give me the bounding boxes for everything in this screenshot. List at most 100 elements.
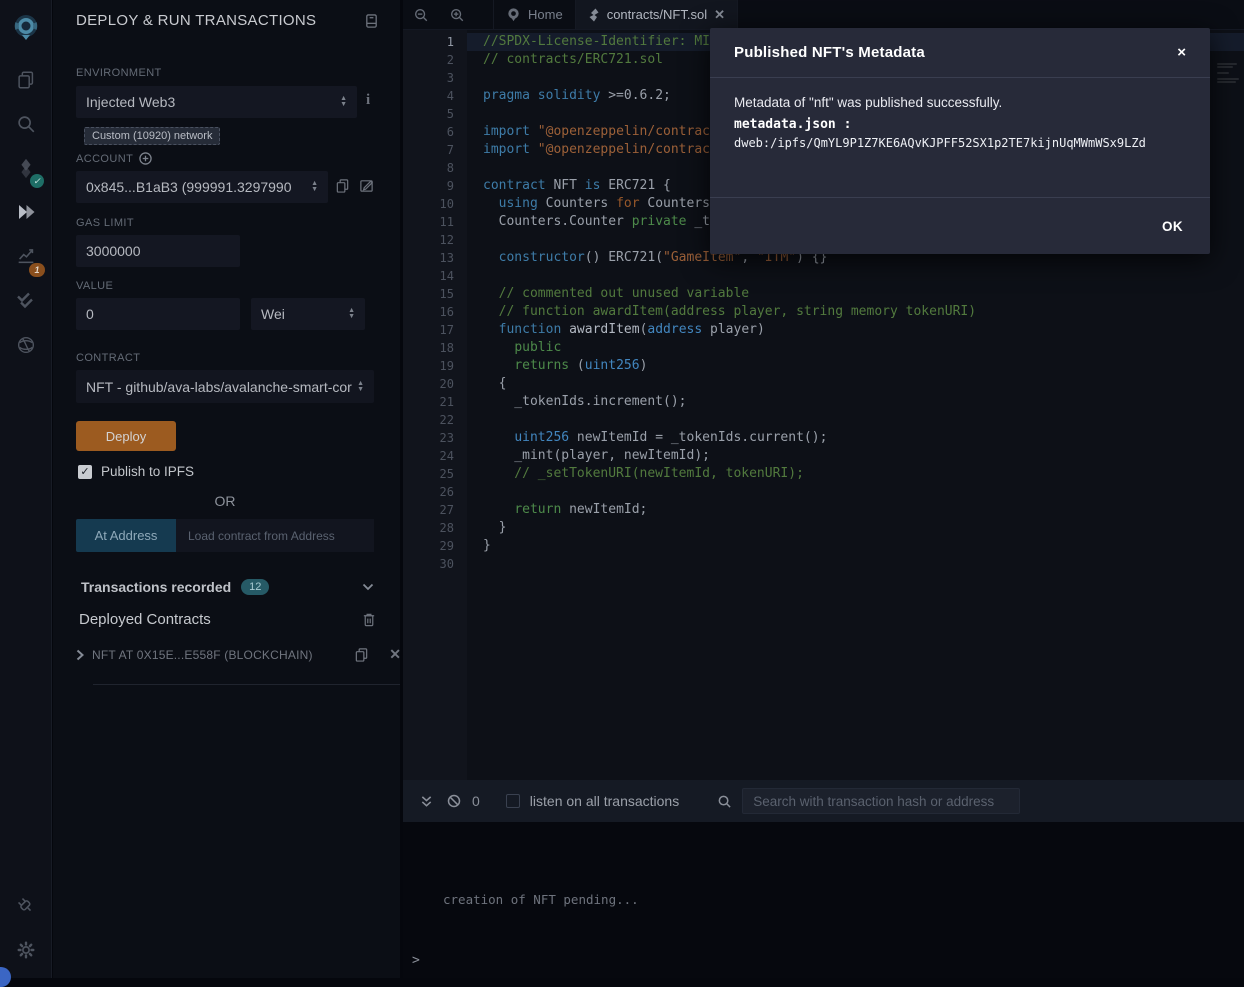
- line-number: 5: [403, 105, 467, 123]
- modal-message: Metadata of "nft" was published successf…: [734, 95, 1186, 110]
- home-remix-icon: [506, 7, 521, 22]
- line-number: 6: [403, 123, 467, 141]
- sign-message-icon[interactable]: [359, 178, 374, 193]
- code-line: 24 _mint(player, newItemId);: [403, 447, 1244, 465]
- copy-contract-icon[interactable]: [354, 647, 369, 662]
- collapse-terminal-icon[interactable]: [420, 795, 433, 808]
- gas-limit-input[interactable]: [76, 235, 240, 267]
- remove-contract-icon[interactable]: ✕: [389, 646, 401, 663]
- listen-all-label: listen on all transactions: [530, 793, 679, 809]
- docs-book-icon[interactable]: [364, 13, 379, 29]
- contract-label: CONTRACT: [76, 352, 140, 364]
- editor-tabbar: Home contracts/NFT.sol ✕: [403, 0, 1244, 30]
- at-address-button[interactable]: At Address: [76, 519, 176, 552]
- editor-minimap[interactable]: [1217, 62, 1241, 84]
- published-metadata-modal: Published NFT's Metadata × Metadata of "…: [710, 28, 1210, 254]
- modal-close-icon[interactable]: ×: [1177, 44, 1186, 61]
- sidebar-item-deploy-run[interactable]: [0, 194, 52, 230]
- tab-home[interactable]: Home: [493, 0, 576, 29]
- line-number: 25: [403, 465, 467, 483]
- transactions-recorded-label: Transactions recorded: [81, 579, 231, 595]
- sidebar-item-solidity-compiler[interactable]: ✓: [0, 150, 52, 186]
- copy-account-icon[interactable]: [335, 178, 350, 193]
- transactions-count-badge: 12: [241, 579, 269, 595]
- environment-label: ENVIRONMENT: [76, 67, 162, 79]
- line-number: 10: [403, 195, 467, 213]
- deploy-run-panel: DEPLOY & RUN TRANSACTIONS ENVIRONMENT In…: [53, 0, 400, 978]
- line-number: 22: [403, 411, 467, 429]
- environment-select[interactable]: Injected Web3 ▲▼: [76, 86, 357, 118]
- tab-nft-sol[interactable]: contracts/NFT.sol ✕: [576, 0, 738, 29]
- tab-nft-sol-label: contracts/NFT.sol: [607, 7, 707, 22]
- sidebar-item-static-analysis[interactable]: 1: [0, 237, 52, 273]
- code-line: 21 _tokenIds.increment();: [403, 393, 1244, 411]
- network-badge: Custom (10920) network: [84, 127, 220, 145]
- account-select[interactable]: 0x845...B1aB3 (999991.3297990 ▲▼: [76, 171, 328, 203]
- terminal-log-line: creation of NFT pending...: [443, 892, 639, 907]
- zoom-in-button[interactable]: [439, 0, 475, 29]
- chevron-updown-icon: ▲▼: [357, 381, 364, 393]
- sidebar-item-settings[interactable]: [0, 932, 52, 968]
- code-line-content: [467, 411, 1244, 429]
- modal-title: Published NFT's Metadata: [734, 44, 1177, 61]
- plug-icon: [10, 890, 41, 921]
- line-number: 3: [403, 69, 467, 87]
- line-number: 14: [403, 267, 467, 285]
- tab-close-icon[interactable]: ✕: [714, 7, 725, 23]
- chevron-right-icon[interactable]: [76, 649, 84, 661]
- terminal-output[interactable]: creation of NFT pending... >: [403, 822, 1244, 978]
- deployed-contract-label: NFT AT 0X15E...E558F (BLOCKCHAIN): [92, 648, 346, 662]
- transactions-recorded-row[interactable]: Transactions recorded 12: [81, 579, 374, 595]
- sidebar-item-search[interactable]: [0, 106, 52, 142]
- code-line: 19 returns (uint256): [403, 357, 1244, 375]
- value-unit-select[interactable]: Wei ▲▼: [251, 298, 365, 330]
- sidebar-item-plugin-manager[interactable]: [0, 888, 52, 924]
- chevron-down-icon[interactable]: [362, 583, 374, 591]
- account-label: ACCOUNT: [76, 152, 152, 165]
- add-account-icon[interactable]: [139, 152, 152, 165]
- value-input[interactable]: [76, 298, 240, 330]
- sidebar-item-file-explorer[interactable]: [0, 62, 52, 98]
- at-address-input[interactable]: [176, 519, 374, 552]
- code-line: 23 uint256 newItemId = _tokenIds.current…: [403, 429, 1244, 447]
- double-check-icon: [14, 287, 38, 311]
- line-number: 11: [403, 213, 467, 231]
- line-number: 13: [403, 249, 467, 267]
- notification-dot: [0, 967, 11, 987]
- publish-ipfs-checkbox[interactable]: ✓: [78, 465, 92, 479]
- code-line: 25 // _setTokenURI(newItemId, tokenURI);: [403, 465, 1244, 483]
- deployed-contracts-label: Deployed Contracts: [79, 611, 211, 628]
- code-line: 29}: [403, 537, 1244, 555]
- trash-icon[interactable]: [362, 612, 376, 627]
- line-number: 2: [403, 51, 467, 69]
- deployed-contract-item[interactable]: NFT AT 0X15E...E558F (BLOCKCHAIN) ✕: [76, 646, 401, 663]
- code-line: 28 }: [403, 519, 1244, 537]
- line-number: 16: [403, 303, 467, 321]
- line-number: 15: [403, 285, 467, 303]
- deploy-button[interactable]: Deploy: [76, 421, 176, 451]
- line-number: 12: [403, 231, 467, 249]
- icon-rail: ✓ 1: [0, 0, 52, 978]
- zoom-out-button[interactable]: [403, 0, 439, 29]
- code-line-content: // _setTokenURI(newItemId, tokenURI);: [467, 465, 1244, 483]
- page-title: DEPLOY & RUN TRANSACTIONS: [76, 12, 316, 29]
- remix-logo[interactable]: [0, 8, 52, 46]
- publish-ipfs-label: Publish to IPFS: [101, 464, 194, 479]
- sidebar-item-debugger[interactable]: [0, 327, 52, 363]
- file-explorer-icon: [15, 69, 37, 91]
- code-line-content: [467, 267, 1244, 285]
- clear-console-icon[interactable]: [447, 794, 461, 808]
- ok-button[interactable]: OK: [1162, 219, 1183, 234]
- code-line-content: [467, 555, 1244, 573]
- code-line: 14: [403, 267, 1244, 285]
- sidebar-item-unit-testing[interactable]: [0, 281, 52, 317]
- terminal-search-input[interactable]: [742, 788, 1020, 814]
- code-line-content: {: [467, 375, 1244, 393]
- deployed-contracts-row: Deployed Contracts: [79, 611, 376, 628]
- environment-info-icon[interactable]: i: [366, 92, 370, 109]
- code-line: 16 // function awardItem(address player,…: [403, 303, 1244, 321]
- code-line: 17 function awardItem(address player): [403, 321, 1244, 339]
- modal-header: Published NFT's Metadata ×: [710, 28, 1210, 78]
- listen-all-checkbox[interactable]: [506, 794, 520, 808]
- contract-select[interactable]: NFT - github/ava-labs/avalanche-smart-co…: [76, 370, 374, 403]
